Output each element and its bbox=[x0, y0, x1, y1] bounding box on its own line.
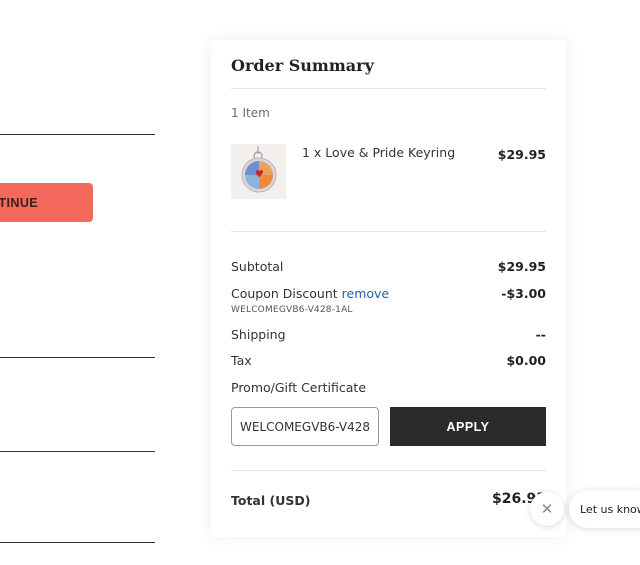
divider bbox=[0, 357, 155, 358]
divider bbox=[231, 231, 546, 232]
remove-coupon-link[interactable]: remove bbox=[342, 286, 389, 301]
coupon-discount-text: Coupon Discount bbox=[231, 286, 338, 301]
product-name[interactable]: 1 x Love & Pride Keyring bbox=[302, 145, 455, 160]
product-price: $29.95 bbox=[497, 147, 546, 162]
subtotal-label: Subtotal bbox=[231, 259, 284, 274]
divider bbox=[0, 134, 155, 135]
divider bbox=[0, 542, 155, 543]
chat-prompt-bubble[interactable]: Let us know bbox=[569, 490, 640, 528]
order-summary-title: Order Summary bbox=[231, 56, 374, 75]
total-label: Total (USD) bbox=[231, 493, 311, 508]
shipping-label: Shipping bbox=[231, 327, 286, 342]
coupon-code: WELCOMEGVB6-V428-1AL bbox=[231, 305, 353, 315]
keyring-product-image[interactable] bbox=[231, 144, 286, 199]
apply-button[interactable]: APPLY bbox=[390, 407, 546, 446]
tax-value: $0.00 bbox=[506, 353, 546, 368]
divider bbox=[231, 88, 546, 89]
tax-label: Tax bbox=[231, 353, 252, 368]
order-summary-panel: Order Summary 1 Item 1 x Love & Pride Ke… bbox=[211, 40, 566, 537]
coupon-discount-value: -$3.00 bbox=[501, 286, 546, 301]
subtotal-value: $29.95 bbox=[497, 259, 546, 274]
chat-close-button[interactable]: ✕ bbox=[530, 492, 564, 526]
close-icon: ✕ bbox=[540, 500, 554, 518]
promo-label: Promo/Gift Certificate bbox=[231, 380, 367, 395]
continue-button[interactable]: CONTINUE bbox=[0, 183, 93, 222]
item-count: 1 Item bbox=[231, 106, 270, 120]
divider bbox=[0, 451, 155, 452]
coupon-discount-label: Coupon Discount remove bbox=[231, 286, 389, 301]
promo-code-input[interactable] bbox=[231, 407, 379, 446]
chat-prompt-text: Let us know bbox=[580, 502, 640, 516]
divider bbox=[231, 470, 546, 471]
shipping-value: -- bbox=[535, 327, 546, 342]
